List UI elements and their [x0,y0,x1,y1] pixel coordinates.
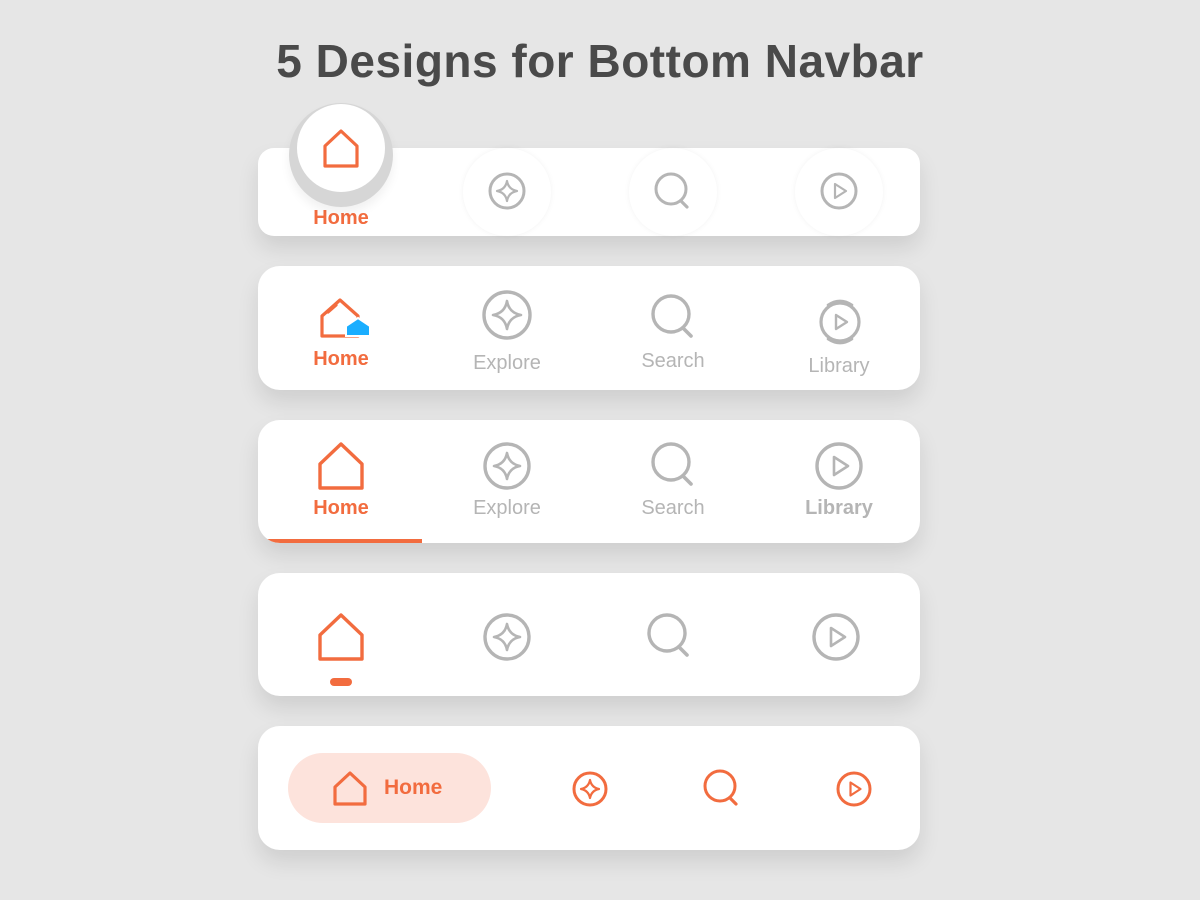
library-icon [836,771,872,807]
nav-item-library[interactable] [769,587,909,687]
nav-label-home: Home [384,776,443,799]
nav-label-explore: Explore [473,352,541,374]
home-icon [317,611,365,661]
navbar-labels-with-underline: Home Explore Search Library [258,420,920,543]
nav-item-explore[interactable] [566,766,614,814]
search-icon [651,294,699,342]
nav-item-library[interactable] [800,152,878,230]
nav-item-home[interactable] [271,587,411,687]
nav-item-home[interactable]: Home [271,434,411,534]
library-icon [817,296,863,346]
nav-item-home[interactable]: Home [271,280,411,380]
nav-label-explore: Explore [473,497,541,519]
library-icon [815,442,863,490]
nav-item-search[interactable]: Search [603,434,743,534]
search-icon [647,613,695,661]
nav-item-explore[interactable]: Explore [437,280,577,380]
navbar-icons-with-dot [258,573,920,696]
nav-label-library: Library [808,355,870,377]
explore-icon [483,442,531,490]
explore-icon [488,172,526,210]
nav-item-library[interactable] [830,766,878,814]
nav-item-search[interactable] [603,587,743,687]
search-icon [651,442,699,490]
nav-label-home: Home [313,207,369,229]
navbar-pill: Home [258,726,920,850]
active-underline [258,539,422,543]
nav-item-library[interactable]: Library [769,280,909,380]
nav-item-search[interactable]: Search [603,280,743,380]
page-title: 5 Designs for Bottom Navbar [276,35,924,87]
nav-item-home[interactable] [297,104,385,192]
nav-label-search: Search [641,350,705,372]
nav-label-library: Library [805,497,873,519]
home-icon [317,440,365,490]
nav-label-home: Home [313,497,369,519]
library-icon [812,613,860,661]
nav-item-explore[interactable] [437,587,577,687]
navbar-labels-with-badge: Home Explore Search Library [258,266,920,390]
search-icon [654,172,694,212]
search-icon [703,769,743,809]
home-icon [319,292,373,346]
nav-item-library[interactable]: Library [769,434,909,534]
active-dot-indicator [330,678,352,686]
home-icon [332,770,368,806]
home-icon [322,128,360,168]
nav-item-explore[interactable]: Explore [437,434,577,534]
library-icon [820,172,858,210]
nav-item-search[interactable] [634,152,712,230]
explore-icon [572,771,608,807]
nav-item-search[interactable] [698,766,746,814]
nav-label-search: Search [641,497,705,519]
explore-icon [482,290,532,340]
nav-item-explore[interactable] [468,152,546,230]
nav-label-home: Home [313,348,369,370]
explore-icon [483,613,531,661]
